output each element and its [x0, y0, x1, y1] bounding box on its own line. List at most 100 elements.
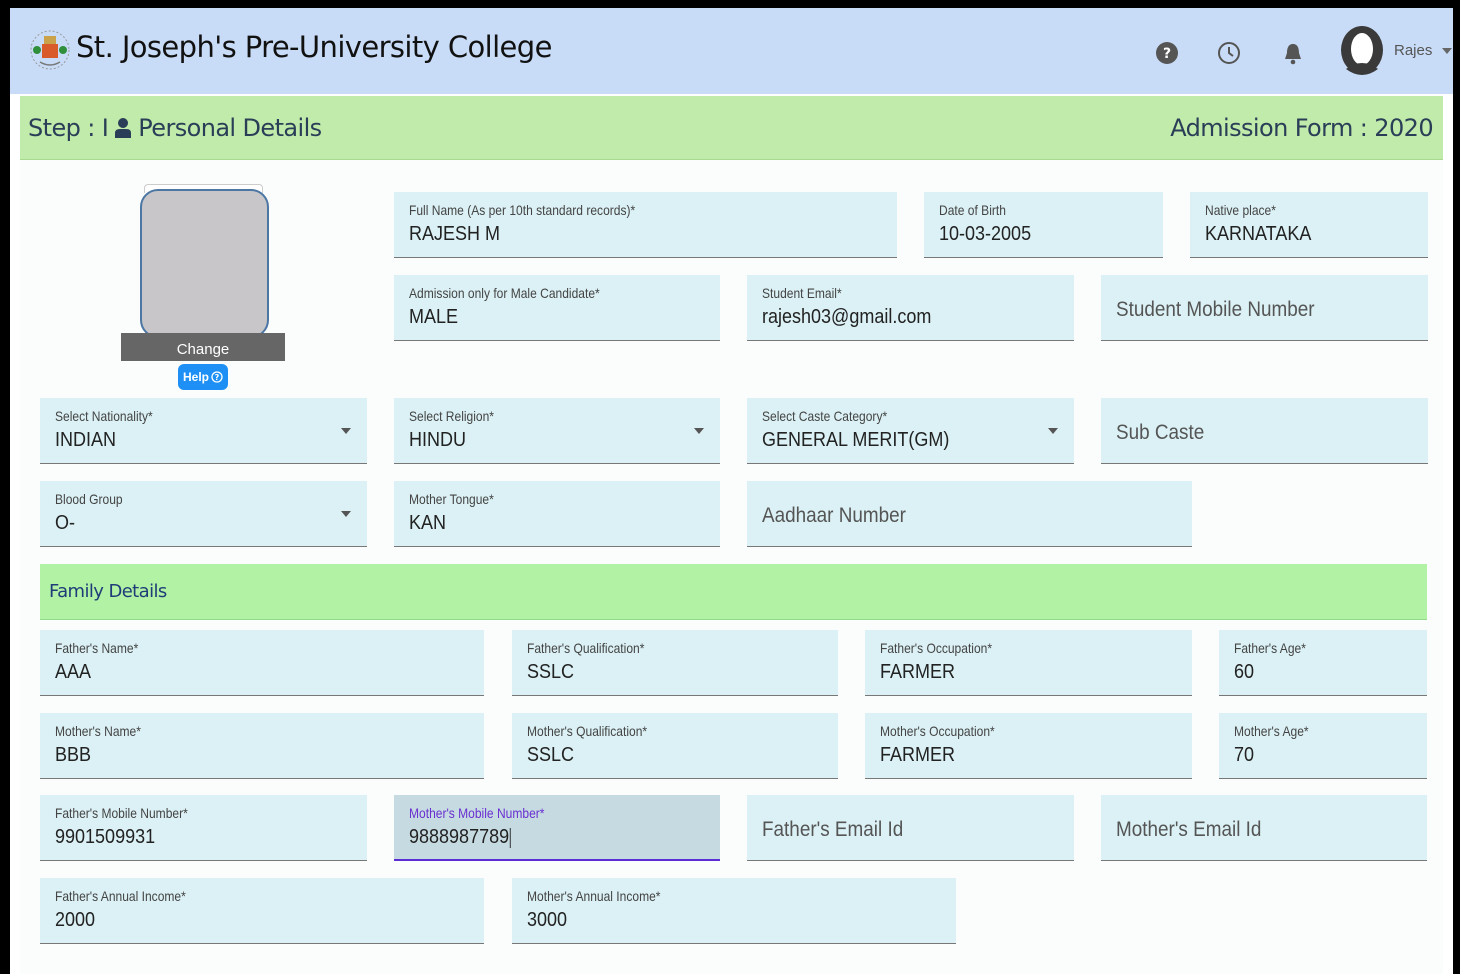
father-age-value: 60	[1234, 661, 1255, 683]
father-income-value: 2000	[55, 909, 96, 931]
religion-select[interactable]: Select Religion* HINDU	[394, 398, 720, 464]
mother-tongue-label: Mother Tongue*	[409, 491, 494, 507]
user-menu[interactable]: Rajes	[1394, 42, 1452, 59]
mother-qualification-value: SSLC	[527, 744, 575, 766]
blood-group-value: O-	[55, 512, 75, 534]
mother-tongue-value: KAN	[409, 512, 447, 534]
native-place-value: KARNATAKA	[1205, 223, 1312, 245]
mother-tongue-field[interactable]: Mother Tongue* KAN	[394, 481, 720, 547]
mother-mobile-value: 9888987789	[409, 826, 510, 848]
father-email-placeholder: Father's Email Id	[762, 818, 904, 841]
mother-name-value: BBB	[55, 744, 92, 766]
dropdown-arrow-icon	[341, 511, 351, 517]
father-income-field[interactable]: Father's Annual Income* 2000	[40, 878, 484, 944]
mother-mobile-field[interactable]: Mother's Mobile Number* 9888987789	[394, 795, 720, 861]
caret-down-icon	[1441, 48, 1452, 55]
father-mobile-label: Father's Mobile Number*	[55, 805, 188, 821]
father-qualification-value: SSLC	[527, 661, 575, 683]
father-occupation-label: Father's Occupation*	[880, 640, 993, 656]
nationality-label: Select Nationality*	[55, 408, 153, 424]
mother-mobile-label: Mother's Mobile Number*	[409, 805, 545, 821]
user-icon	[115, 118, 132, 138]
mother-occupation-field[interactable]: Mother's Occupation* FARMER	[865, 713, 1192, 779]
mother-occupation-value: FARMER	[880, 744, 956, 766]
dropdown-arrow-icon	[1048, 428, 1058, 434]
question-circle-icon: ?	[211, 371, 223, 383]
mother-income-field[interactable]: Mother's Annual Income* 3000	[512, 878, 956, 944]
dob-field[interactable]: Date of Birth 10-03-2005	[924, 192, 1163, 258]
step-number: Step : I	[28, 114, 109, 142]
mother-age-value: 70	[1234, 744, 1255, 766]
sub-caste-placeholder: Sub Caste	[1116, 421, 1205, 444]
mother-email-field[interactable]: Mother's Email Id	[1101, 795, 1427, 861]
top-navbar: St. Joseph's Pre-University College ? Ra…	[10, 8, 1453, 94]
nationality-select[interactable]: Select Nationality* INDIAN	[40, 398, 367, 464]
student-mobile-placeholder: Student Mobile Number	[1116, 298, 1315, 321]
dropdown-arrow-icon	[341, 428, 351, 434]
student-mobile-field[interactable]: Student Mobile Number	[1101, 275, 1428, 341]
student-email-field[interactable]: Student Email* rajesh03@gmail.com	[747, 275, 1074, 341]
father-qualification-field[interactable]: Father's Qualification* SSLC	[512, 630, 838, 696]
svg-text:?: ?	[1163, 46, 1171, 62]
native-place-label: Native place*	[1205, 202, 1276, 218]
aadhaar-placeholder: Aadhaar Number	[762, 504, 906, 527]
mother-income-label: Mother's Annual Income*	[527, 888, 661, 904]
mother-qualification-label: Mother's Qualification*	[527, 723, 648, 739]
user-avatar-icon[interactable]	[1340, 25, 1384, 75]
father-name-value: AAA	[55, 661, 92, 683]
caste-category-select[interactable]: Select Caste Category* GENERAL MERIT(GM)	[747, 398, 1074, 464]
step-title: Step : I Personal Details	[28, 114, 322, 142]
college-logo-icon	[30, 30, 70, 70]
help-button[interactable]: Help ?	[178, 364, 228, 390]
form-title: Admission Form : 2020	[1170, 114, 1433, 142]
nationality-value: INDIAN	[55, 429, 117, 451]
caste-category-value: GENERAL MERIT(GM)	[762, 429, 950, 451]
svg-text:?: ?	[215, 373, 220, 382]
bell-icon[interactable]	[1280, 40, 1306, 66]
page-title: St. Joseph's Pre-University College	[76, 30, 552, 64]
blood-group-select[interactable]: Blood Group O-	[40, 481, 367, 547]
father-age-label: Father's Age*	[1234, 640, 1306, 656]
user-name: Rajes	[1394, 42, 1433, 59]
text-cursor	[510, 827, 511, 848]
blood-group-label: Blood Group	[55, 491, 123, 507]
dob-label: Date of Birth	[939, 202, 1006, 218]
gender-label: Admission only for Male Candidate*	[409, 285, 600, 301]
step-header: Step : I Personal Details Admission Form…	[20, 96, 1443, 160]
family-details-heading: Family Details	[49, 581, 167, 602]
father-mobile-value: 9901509931	[55, 826, 156, 848]
sub-caste-field[interactable]: Sub Caste	[1101, 398, 1428, 464]
father-income-label: Father's Annual Income*	[55, 888, 186, 904]
help-label: Help	[182, 370, 209, 384]
mother-income-value: 3000	[527, 909, 568, 931]
clock-icon[interactable]	[1216, 40, 1242, 66]
mother-qualification-field[interactable]: Mother's Qualification* SSLC	[512, 713, 838, 779]
father-name-label: Father's Name*	[55, 640, 139, 656]
aadhaar-field[interactable]: Aadhaar Number	[747, 481, 1192, 547]
family-details-header: Family Details	[40, 564, 1427, 620]
mother-mobile-input[interactable]: 9888987789	[409, 826, 511, 849]
native-place-field[interactable]: Native place* KARNATAKA	[1190, 192, 1428, 258]
change-photo-button[interactable]: Change	[121, 333, 285, 361]
gender-value: MALE	[409, 306, 459, 328]
father-mobile-field[interactable]: Father's Mobile Number* 9901509931	[40, 795, 367, 861]
caste-category-label: Select Caste Category*	[762, 408, 888, 424]
father-occupation-field[interactable]: Father's Occupation* FARMER	[865, 630, 1192, 696]
mother-age-label: Mother's Age*	[1234, 723, 1309, 739]
app-window: St. Joseph's Pre-University College ? Ra…	[10, 8, 1453, 974]
dob-value: 10-03-2005	[939, 223, 1032, 245]
dropdown-arrow-icon	[694, 428, 704, 434]
step-section: Personal Details	[138, 114, 322, 142]
father-name-field[interactable]: Father's Name* AAA	[40, 630, 484, 696]
father-occupation-value: FARMER	[880, 661, 956, 683]
full-name-label: Full Name (As per 10th standard records)…	[409, 202, 636, 218]
help-circle-icon[interactable]: ?	[1154, 40, 1180, 66]
mother-age-field[interactable]: Mother's Age* 70	[1219, 713, 1427, 779]
photo-placeholder	[140, 189, 269, 338]
father-age-field[interactable]: Father's Age* 60	[1219, 630, 1427, 696]
father-qualification-label: Father's Qualification*	[527, 640, 645, 656]
full-name-field[interactable]: Full Name (As per 10th standard records)…	[394, 192, 897, 258]
mother-name-field[interactable]: Mother's Name* BBB	[40, 713, 484, 779]
father-email-field[interactable]: Father's Email Id	[747, 795, 1074, 861]
gender-field[interactable]: Admission only for Male Candidate* MALE	[394, 275, 720, 341]
